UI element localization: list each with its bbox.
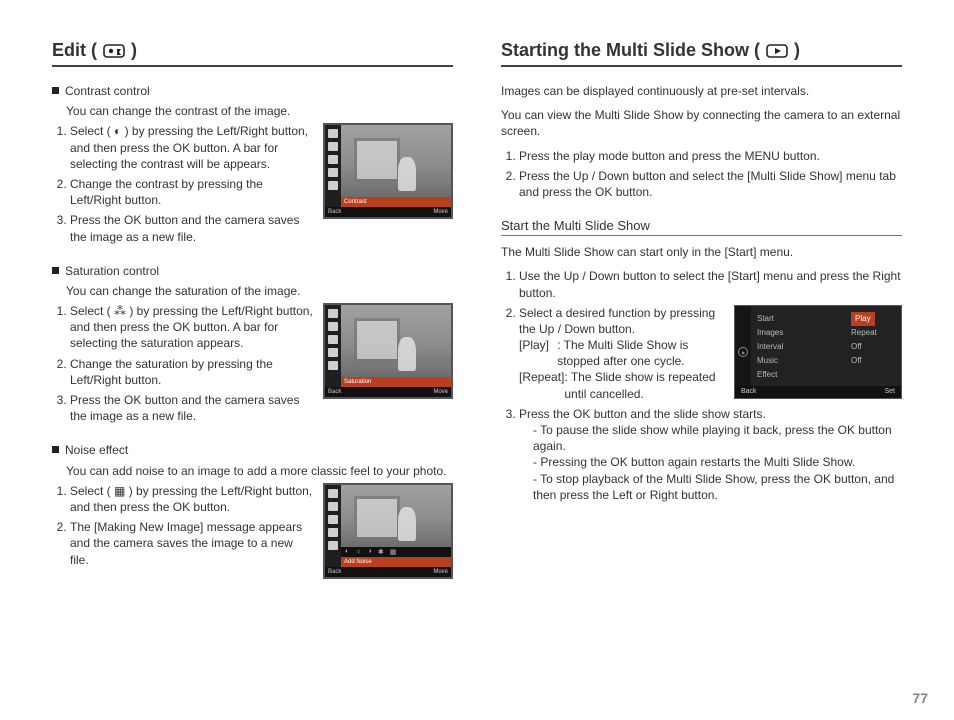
top-step-2: Press the Up / Down button and select th…: [519, 168, 902, 200]
edit-icon: [103, 43, 125, 59]
menu-label-start: Start: [757, 312, 783, 326]
slideshow-intro-1: Images can be displayed continuously at …: [501, 83, 902, 99]
left-column: Edit ( ) Contrast control You can change…: [40, 40, 477, 700]
menu-label-music: Music: [757, 354, 783, 368]
step3-dash-1: To pause the slide show while playing it…: [533, 422, 902, 454]
start-subheading: Start the Multi Slide Show: [501, 218, 902, 236]
saturation-figure: Saturation Back Move: [323, 303, 453, 399]
menu-value-music: Off: [851, 340, 895, 354]
noise-desc: You can add noise to an image to add a m…: [52, 463, 453, 479]
noise-title: Noise effect: [65, 443, 128, 457]
menu-value-play: Play: [851, 312, 875, 326]
contrast-figure: Contrast Back Move: [323, 123, 453, 219]
menu-label-images: Images: [757, 326, 783, 340]
repeat-val: : The Slide show is repeated until cance…: [564, 369, 724, 401]
noise-title-line: Noise effect: [52, 442, 453, 458]
step3-dash-2: Pressing the OK button again restarts th…: [533, 454, 902, 470]
contrast-desc: You can change the contrast of the image…: [52, 103, 453, 119]
slideshow-top-steps: Press the play mode button and press the…: [501, 148, 902, 201]
menu-label-interval: Interval: [757, 340, 783, 354]
menu-value-effect: Off: [851, 354, 895, 368]
repeat-key: [Repeat]: [519, 369, 564, 401]
contrast-fig-back: Back: [328, 209, 341, 215]
menu-value-repeat: Repeat: [851, 326, 895, 340]
start-menu-figure: Start Images Interval Music Effect Play …: [734, 305, 902, 399]
right-column: Starting the Multi Slide Show ( ) Images…: [477, 40, 914, 700]
start-subintro: The Multi Slide Show can start only in t…: [501, 244, 902, 260]
noise-fig-back: Back: [328, 569, 341, 575]
menu-back: Back: [741, 387, 757, 396]
saturation-title-line: Saturation control: [52, 263, 453, 279]
noise-fig-label: Add Noise: [344, 559, 372, 565]
edit-heading-close: ): [131, 40, 137, 61]
noise-figure: ◐☼◑✱▦ Add Noise BackMove: [323, 483, 453, 579]
start-steps: Use the Up / Down button to select the […: [501, 268, 902, 503]
contrast-fig-label: Contrast: [344, 199, 367, 205]
bullet-square: [52, 87, 59, 94]
noise-block: Noise effect You can add noise to an ima…: [52, 442, 453, 578]
contrast-title: Contrast control: [65, 84, 150, 98]
contrast-title-line: Contrast control: [52, 83, 453, 99]
top-step-1: Press the play mode button and press the…: [519, 148, 902, 164]
start-step-3-lead: Press the OK button and the slide show s…: [519, 406, 902, 422]
edit-heading: Edit ( ): [52, 40, 453, 67]
page-number: 77: [912, 690, 928, 706]
saturation-fig-label: Saturation: [344, 379, 371, 385]
step3-dash-3: To stop playback of the Multi Slide Show…: [533, 471, 902, 503]
edit-heading-text: Edit (: [52, 40, 97, 61]
play-icon: [766, 43, 788, 59]
contrast-block: Contrast control You can change the cont…: [52, 83, 453, 249]
slideshow-heading-text: Starting the Multi Slide Show (: [501, 40, 760, 61]
saturation-desc: You can change the saturation of the ima…: [52, 283, 453, 299]
saturation-fig-back: Back: [328, 389, 341, 395]
slideshow-heading-close: ): [794, 40, 800, 61]
saturation-fig-move: Move: [433, 389, 448, 395]
menu-label-effect: Effect: [757, 368, 783, 382]
slideshow-heading: Starting the Multi Slide Show ( ): [501, 40, 902, 67]
menu-play-icon: [738, 347, 748, 357]
start-step-3: Press the OK button and the slide show s…: [519, 406, 902, 503]
saturation-title: Saturation control: [65, 264, 159, 278]
noise-fig-move: Move: [433, 569, 448, 575]
saturation-block: Saturation control You can change the sa…: [52, 263, 453, 429]
start-step-2: Start Images Interval Music Effect Play …: [519, 305, 902, 402]
start-step-1: Use the Up / Down button to select the […: [519, 268, 902, 300]
play-key: [Play]: [519, 337, 557, 369]
play-val: : The Multi Slide Show is stopped after …: [557, 337, 724, 369]
menu-set: Set: [884, 387, 895, 396]
slideshow-intro-2: You can view the Multi Slide Show by con…: [501, 107, 902, 139]
contrast-fig-move: Move: [433, 209, 448, 215]
